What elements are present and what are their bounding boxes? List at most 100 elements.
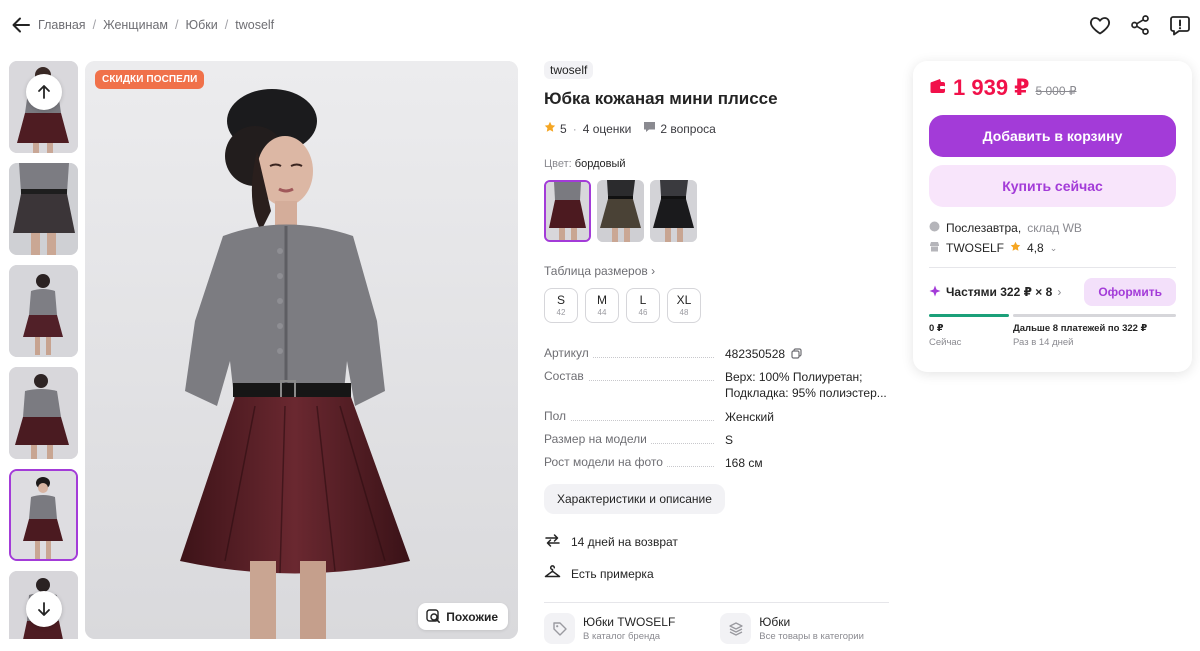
layers-icon — [720, 613, 752, 644]
product-info: twoself Юбка кожаная мини плиссе 5 · 4 о… — [544, 61, 889, 644]
top-bar: Главная / Женщинам / Юбки / twoself — [0, 0, 1200, 52]
size-ru: 42 — [556, 308, 566, 317]
spec-label: Артикул — [544, 346, 593, 360]
size-option[interactable]: M 44 — [585, 288, 619, 323]
link-title: Юбки TWOSELF — [583, 615, 676, 629]
heart-icon[interactable] — [1088, 13, 1112, 37]
pay-later-amount: Дальше 8 платежей по 322 ₽ — [1013, 323, 1148, 334]
spec-value: 168 см — [725, 456, 763, 470]
copy-icon[interactable] — [791, 348, 803, 362]
breadcrumb-item[interactable]: Юбки — [186, 18, 218, 32]
buy-now-button[interactable]: Купить сейчас — [929, 165, 1176, 207]
size-label: S — [556, 293, 565, 307]
main-product-photo[interactable]: СКИДКИ ПОСПЕЛИ Похожие — [85, 61, 518, 639]
bottom-links: Юбки TWOSELF В каталог бренда Юбки Все т… — [544, 613, 889, 644]
pay-later: Дальше 8 платежей по 322 ₽ Раз в 14 дней — [1013, 323, 1147, 348]
size-option[interactable]: XL 48 — [667, 288, 701, 323]
feature-label: Есть примерка — [571, 567, 654, 581]
arrow-down-icon[interactable] — [26, 591, 62, 627]
share-icon[interactable] — [1128, 13, 1152, 37]
current-price: 1 939 ₽ — [953, 75, 1030, 100]
color-swatch-black[interactable] — [650, 180, 697, 242]
category-link[interactable]: Юбки Все товары в категории — [720, 613, 864, 644]
old-price: 5 000 ₽ — [1035, 84, 1077, 98]
breadcrumb-item[interactable]: Женщинам — [103, 18, 168, 32]
installment-link[interactable]: Частями 322 ₽ × 8 › — [929, 285, 1061, 300]
size-ru: 44 — [597, 308, 607, 317]
brand-chip[interactable]: twoself — [544, 61, 594, 79]
color-swatch-burgundy[interactable] — [544, 180, 591, 242]
breadcrumb: Главная / Женщинам / Юбки / twoself — [38, 18, 274, 32]
star-icon — [544, 121, 556, 136]
spec-row-article: Артикул 482350528 — [544, 346, 889, 369]
installment-schedule: 0 ₽ Сейчас Дальше 8 платежей по 322 ₽ Ра… — [929, 323, 1176, 348]
color-value: бордовый — [574, 158, 626, 170]
arrow-left-icon[interactable] — [10, 14, 32, 36]
pay-now-label: Сейчас — [929, 337, 962, 348]
delivery-warehouse: склад WB — [1027, 221, 1082, 235]
similar-search-icon — [426, 609, 441, 624]
brand-catalog-link[interactable]: Юбки TWOSELF В каталог бренда — [544, 613, 675, 644]
size-table-link[interactable]: Таблица размеров › — [544, 264, 889, 278]
color-swatch-brown[interactable] — [597, 180, 644, 242]
size-label: M — [597, 293, 607, 307]
link-subtitle: В каталог бренда — [583, 631, 661, 642]
size-ru: 48 — [679, 308, 689, 317]
characteristics-button[interactable]: Характеристики и описание — [544, 484, 725, 514]
spec-value: Верх: 100% Полиуретан; Подкладка: 95% по… — [725, 370, 887, 400]
size-option[interactable]: S 42 — [544, 288, 578, 323]
thumbnail-list — [9, 61, 79, 639]
add-to-cart-button[interactable]: Добавить в корзину — [929, 115, 1176, 157]
color-caption: Цвет: — [544, 158, 572, 170]
installment-label: Частями 322 ₽ × 8 — [946, 285, 1053, 299]
divider — [929, 267, 1176, 268]
thumbnail[interactable] — [9, 367, 78, 459]
order-installment-button[interactable]: Оформить — [1084, 278, 1176, 306]
chevron-right-icon: › — [651, 264, 656, 278]
box-icon — [929, 221, 940, 235]
spec-value: S — [725, 433, 734, 447]
breadcrumb-item[interactable]: Главная — [38, 18, 86, 32]
thumbnail-active[interactable] — [9, 469, 78, 561]
arrow-up-icon[interactable] — [26, 74, 62, 110]
size-label: L — [639, 293, 647, 307]
store-icon — [929, 241, 940, 255]
link-title: Юбки — [759, 615, 791, 629]
thumbnail[interactable] — [9, 163, 78, 255]
questions-link[interactable]: 2 вопроса — [660, 122, 715, 136]
price-line: 1 939 ₽ 5 000 ₽ — [929, 75, 1176, 101]
spec-label: Рост модели на фото — [544, 455, 667, 469]
spec-row-model-size: Размер на модели S — [544, 432, 889, 455]
color-label: Цвет: бордовый — [544, 158, 889, 170]
star-icon — [1010, 241, 1021, 255]
size-selector: S 42 M 44 L 46 XL 48 — [544, 288, 889, 323]
divider — [544, 602, 889, 603]
seller-rating: 4,8 — [1027, 241, 1044, 255]
promo-badge: СКИДКИ ПОСПЕЛИ — [95, 70, 205, 89]
report-icon[interactable] — [1168, 13, 1192, 37]
question-icon — [643, 121, 656, 136]
similar-button[interactable]: Похожие — [418, 603, 508, 630]
spec-label: Состав — [544, 369, 588, 383]
top-actions — [1088, 13, 1192, 37]
delivery-info: Послезавтра, склад WB — [929, 221, 1176, 235]
return-arrows-icon — [544, 532, 561, 552]
seller-info[interactable]: TWOSELF 4,8 ⌄ — [929, 241, 1176, 255]
tag-icon — [544, 613, 575, 644]
seller-name: TWOSELF — [946, 241, 1005, 255]
chevron-right-icon: › — [1057, 285, 1062, 299]
breadcrumb-item[interactable]: twoself — [235, 18, 274, 32]
thumbnail[interactable] — [9, 265, 78, 357]
progress-first-payment — [929, 314, 1009, 317]
article-number: 482350528 — [725, 347, 786, 361]
reviews-link[interactable]: 4 оценки — [583, 122, 632, 136]
feature-label: 14 дней на возврат — [571, 535, 678, 549]
feature-returns: 14 дней на возврат — [544, 532, 889, 552]
spec-row-model-height: Рост модели на фото 168 см — [544, 455, 889, 478]
pay-later-label: Раз в 14 дней — [1013, 337, 1074, 348]
installment-row: Частями 322 ₽ × 8 › Оформить — [929, 278, 1176, 306]
product-photo-illustration — [85, 61, 518, 639]
installment-icon — [929, 285, 941, 300]
color-swatches — [544, 180, 889, 242]
size-option[interactable]: L 46 — [626, 288, 660, 323]
